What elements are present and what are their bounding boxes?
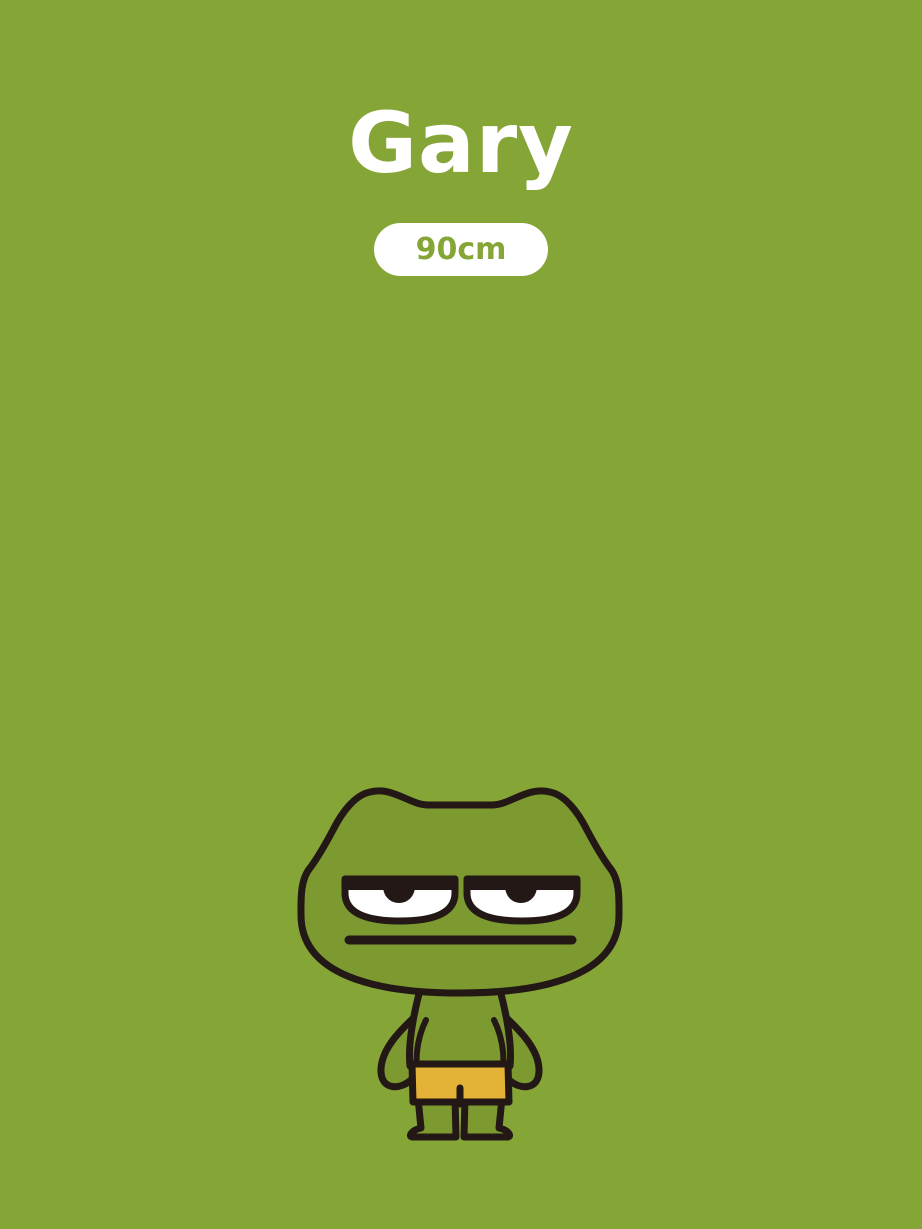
poster-canvas: Gary 90cm: [0, 0, 922, 1229]
height-badge: 90cm: [374, 223, 548, 276]
character-name: Gary: [348, 94, 574, 192]
frog-character-icon: [297, 787, 623, 1141]
